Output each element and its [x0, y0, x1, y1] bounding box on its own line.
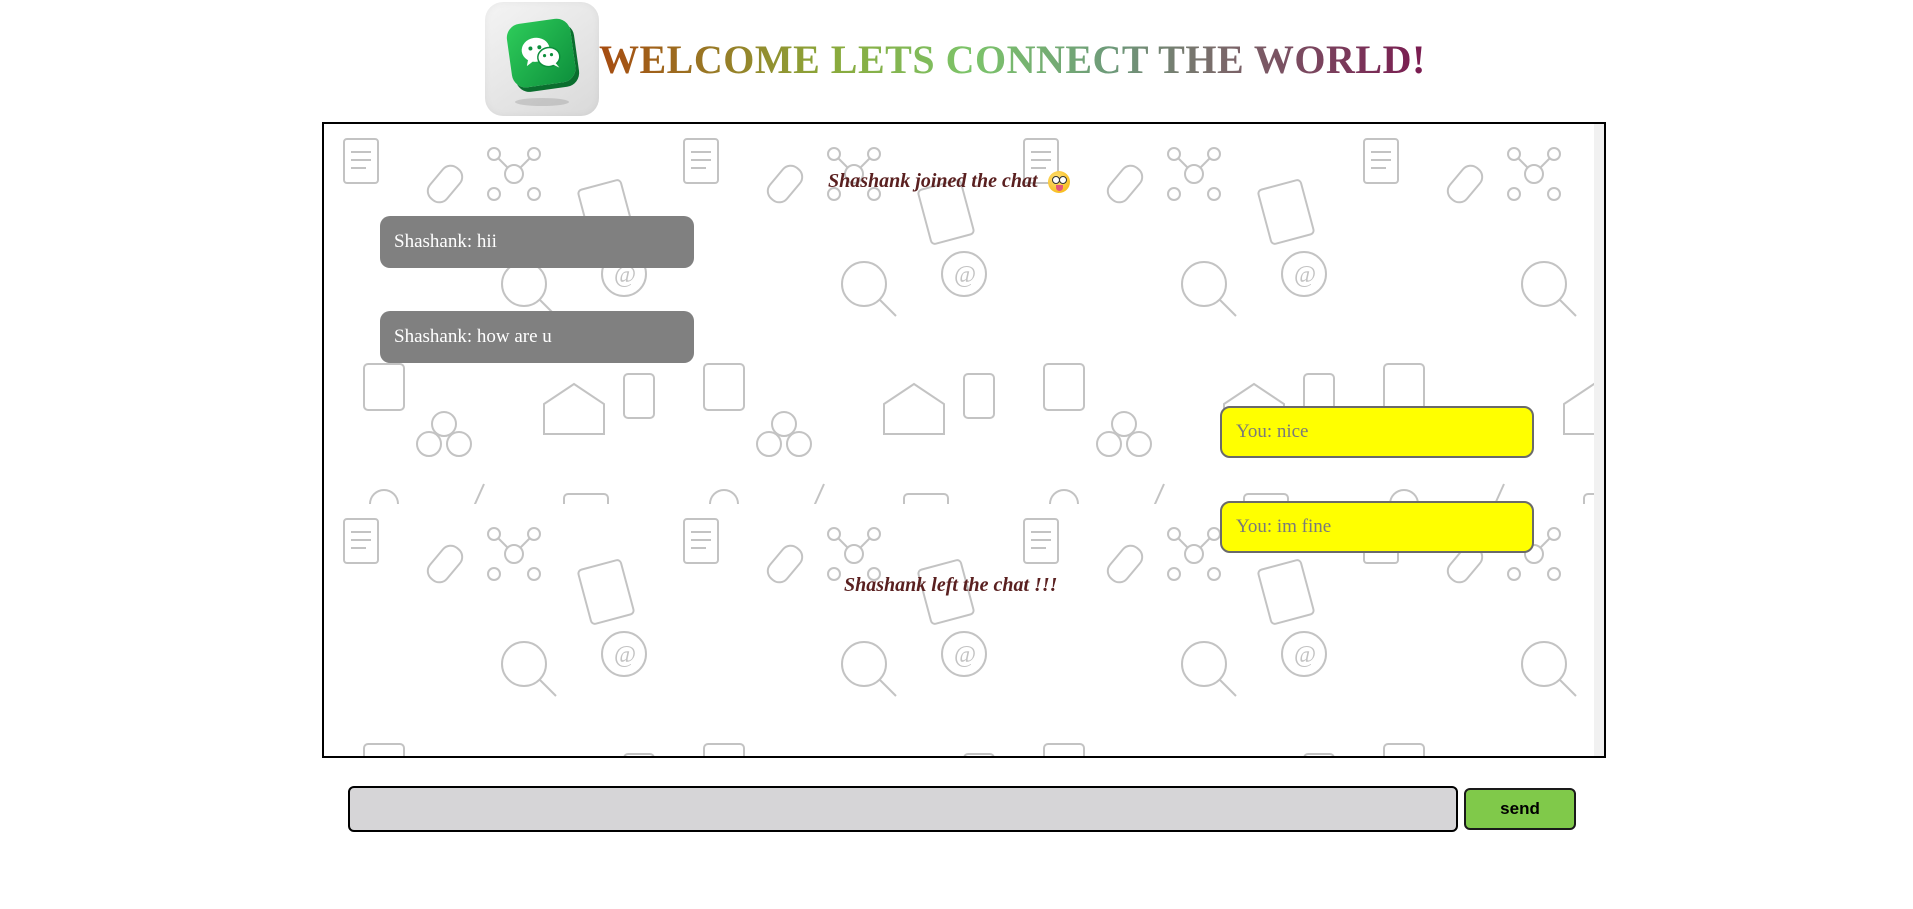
header: WELCOME LETS CONNECT THE WORLD! [485, 0, 1426, 118]
logo-shadow [515, 98, 569, 106]
join-notice-text: Shashank joined the chat [828, 170, 1038, 192]
join-notice: Shashank joined the chat [828, 170, 1070, 193]
message-input[interactable] [348, 786, 1458, 832]
incoming-message: Shashank: hii [380, 216, 694, 268]
incoming-message: Shashank: how are u [380, 311, 694, 363]
outgoing-message: You: im fine [1220, 501, 1534, 553]
leave-notice: Shashank left the chat !!! [844, 574, 1058, 596]
message-composer: send [348, 786, 1576, 832]
outgoing-message: You: nice [1220, 406, 1534, 458]
crazy-face-emoji-icon [1047, 170, 1070, 193]
chat-window[interactable]: @ Shashank joined the chat Shashank: hii… [322, 122, 1606, 758]
page-title: WELCOME LETS CONNECT THE WORLD! [599, 36, 1426, 82]
chat-scrollbar[interactable] [1594, 124, 1604, 756]
app-logo [485, 2, 599, 116]
wechat-logo-icon [505, 16, 578, 90]
send-button[interactable]: send [1464, 788, 1576, 830]
